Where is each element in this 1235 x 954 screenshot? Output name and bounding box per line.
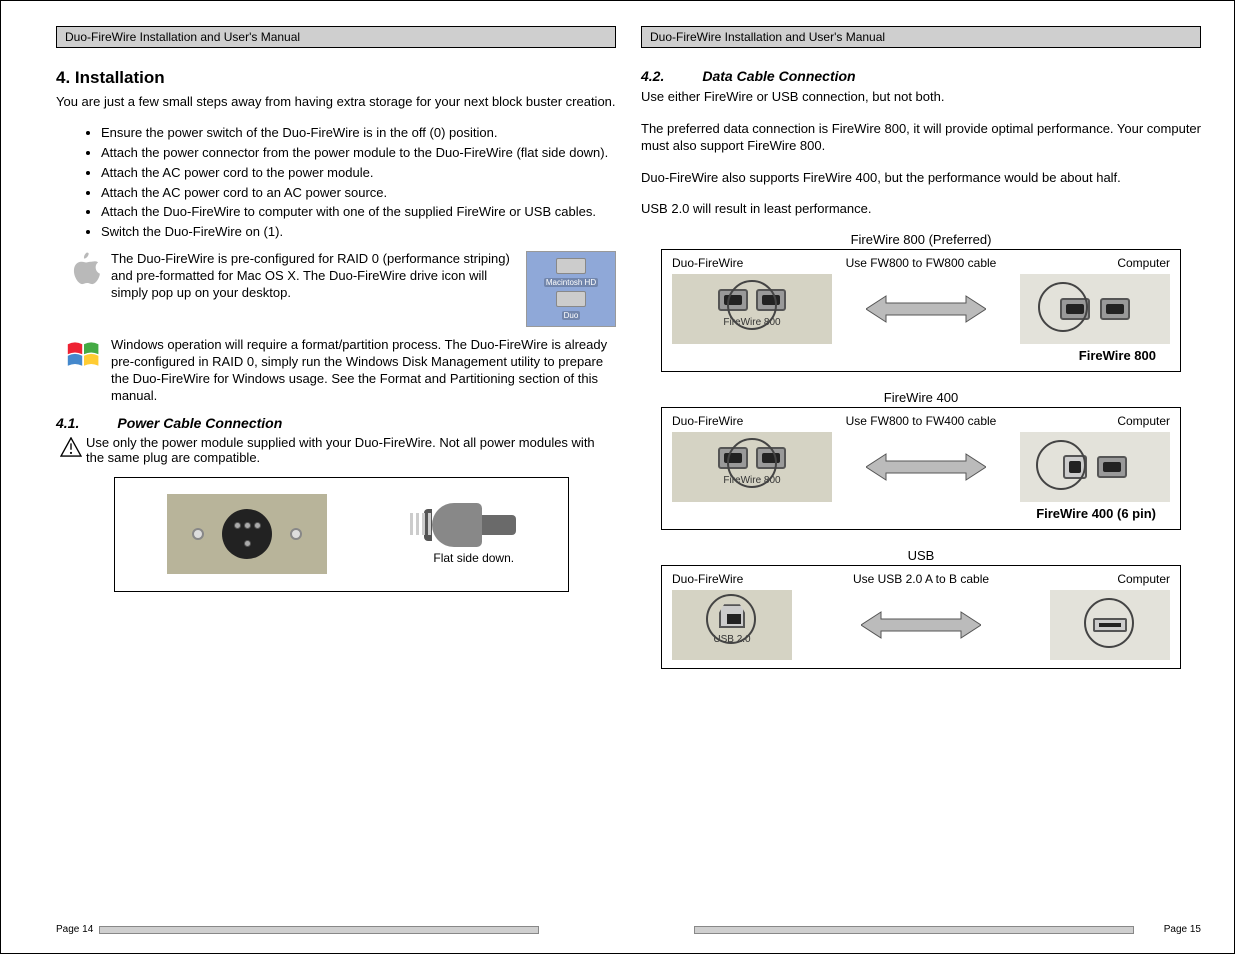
fw800-computer: [1020, 274, 1170, 344]
fw800-box: Duo-FireWire Use FW800 to FW800 cable Co…: [661, 249, 1181, 372]
sub-4-2-num: 4.2.: [641, 68, 664, 84]
fw400-computer: [1020, 432, 1170, 502]
data-cable-p4: USB 2.0 will result in least performance…: [641, 200, 1201, 218]
fw800-port-icon: [1097, 456, 1127, 478]
usb-box: Duo-FireWire Use USB 2.0 A to B cable Co…: [661, 565, 1181, 669]
list-item: Attach the AC power cord to the power mo…: [101, 165, 616, 182]
fw800-port-icon: [718, 289, 748, 311]
footer-right: Page 15: [641, 924, 1201, 935]
list-item: Attach the Duo-FireWire to computer with…: [101, 204, 616, 221]
page-number-left: Page 14: [56, 924, 93, 935]
page-number-right: Page 15: [1164, 924, 1201, 935]
screw-icon: [290, 528, 302, 540]
hd-label: Macintosh HD: [544, 278, 598, 287]
list-item: Switch the Duo-FireWire on (1).: [101, 224, 616, 241]
sub-4-1-title: Power Cable Connection: [117, 415, 282, 431]
subsection-4-2: 4.2. Data Cable Connection: [641, 68, 1201, 84]
fw800-device: FireWire 800: [672, 274, 832, 344]
fw400-box: Duo-FireWire Use FW800 to FW400 cable Co…: [661, 407, 1181, 530]
fw800-mid-label: Use FW800 to FW800 cable: [792, 256, 1050, 270]
power-plug-drawing: Flat side down.: [432, 503, 516, 565]
usb-mid-label: Use USB 2.0 A to B cable: [792, 572, 1050, 586]
desktop-screenshot: Macintosh HD Duo: [526, 251, 616, 327]
footer-bar: [694, 926, 1134, 934]
sub-4-2-title: Data Cable Connection: [702, 68, 855, 84]
double-arrow-icon: [832, 294, 1020, 324]
fw800-port-icon: [756, 289, 786, 311]
fw400-mid-label: Use FW800 to FW400 cable: [792, 414, 1050, 428]
subsection-4-1: 4.1. Power Cable Connection: [56, 415, 616, 431]
apple-icon: [56, 251, 111, 287]
section-4-intro: You are just a few small steps away from…: [56, 94, 616, 111]
duo-label: Duo: [562, 311, 581, 320]
power-warning-row: Use only the power module supplied with …: [56, 435, 616, 465]
usb-b-port-icon: [719, 604, 745, 628]
footer-left: Page 14: [56, 924, 616, 935]
fw800-dev-caption: FireWire 800: [723, 317, 780, 328]
fw400-dev-caption: FireWire 800: [723, 475, 780, 486]
usb-computer: [1050, 590, 1170, 660]
fw400-port-icon: [1063, 455, 1087, 479]
double-arrow-icon: [832, 452, 1020, 482]
fw400-title: FireWire 400: [641, 390, 1201, 405]
section-4-title: 4. Installation: [56, 68, 616, 88]
windows-note-text: Windows operation will require a format/…: [111, 337, 616, 405]
usb-right-label: Computer: [1050, 572, 1170, 586]
fw800-port-icon: [1100, 298, 1130, 320]
list-item: Attach the AC power cord to an AC power …: [101, 185, 616, 202]
power-jack-photo: [167, 494, 327, 574]
mac-note-text: The Duo-FireWire is pre-configured for R…: [111, 251, 526, 302]
fw400-right-label: Computer: [1050, 414, 1170, 428]
double-arrow-icon: [792, 610, 1050, 640]
screw-icon: [192, 528, 204, 540]
usb-left-label: Duo-FireWire: [672, 572, 792, 586]
footer-bar: [99, 926, 539, 934]
data-cable-p1: Use either FireWire or USB connection, b…: [641, 88, 1201, 106]
fw800-left-label: Duo-FireWire: [672, 256, 792, 270]
usb-device: USB 2.0: [672, 590, 792, 660]
fw800-port-icon: [718, 447, 748, 469]
fw800-port-icon: [1060, 298, 1090, 320]
windows-note-row: Windows operation will require a format/…: [56, 337, 616, 405]
header-bar-left: Duo-FireWire Installation and User's Man…: [56, 26, 616, 48]
fw800-caption: FireWire 800: [672, 348, 1170, 363]
fw800-port-icon: [756, 447, 786, 469]
fw400-device: FireWire 800: [672, 432, 832, 502]
install-steps-list: Ensure the power switch of the Duo-FireW…: [101, 125, 616, 241]
fw400-caption: FireWire 400 (6 pin): [672, 506, 1170, 521]
header-bar-right: Duo-FireWire Installation and User's Man…: [641, 26, 1201, 48]
usb-a-port-icon: [1093, 618, 1127, 632]
windows-icon: [56, 337, 111, 373]
power-cable-figure: Flat side down.: [114, 477, 569, 592]
fw800-right-label: Computer: [1050, 256, 1170, 270]
page-14: Duo-FireWire Installation and User's Man…: [56, 26, 616, 592]
plug-cable: [482, 515, 516, 535]
warning-icon: [56, 435, 86, 457]
power-warning-text: Use only the power module supplied with …: [86, 435, 616, 465]
list-item: Ensure the power switch of the Duo-FireW…: [101, 125, 616, 142]
page-15: Duo-FireWire Installation and User's Man…: [641, 26, 1201, 669]
duo-icon: [556, 291, 586, 307]
usb-dev-caption: USB 2.0: [713, 634, 750, 645]
data-cable-p2: The preferred data connection is FireWir…: [641, 120, 1201, 155]
hd-icon: [556, 258, 586, 274]
data-cable-p3: Duo-FireWire also supports FireWire 400,…: [641, 169, 1201, 187]
mac-note-row: The Duo-FireWire is pre-configured for R…: [56, 251, 616, 327]
jack-face: [222, 509, 272, 559]
fw800-title: FireWire 800 (Preferred): [641, 232, 1201, 247]
fw400-left-label: Duo-FireWire: [672, 414, 792, 428]
flat-side-caption: Flat side down.: [433, 551, 514, 565]
sub-4-1-num: 4.1.: [56, 415, 79, 431]
list-item: Attach the power connector from the powe…: [101, 145, 616, 162]
usb-title: USB: [641, 548, 1201, 563]
plug-head: [432, 503, 482, 547]
